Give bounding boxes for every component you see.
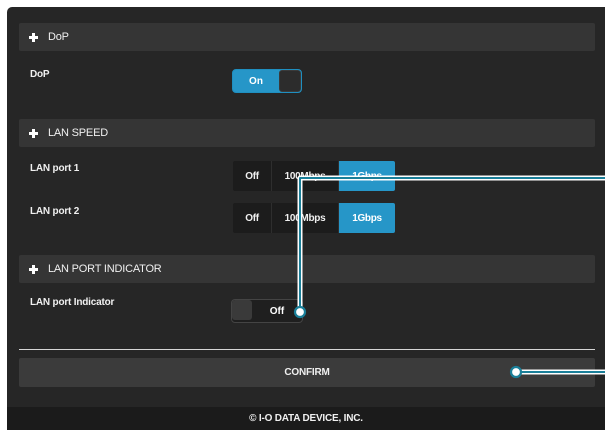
lan-port-1-speed-selector: Off 100Mbps 1Gbps bbox=[233, 161, 395, 191]
lan-port-1-option-100mbps[interactable]: 100Mbps bbox=[272, 161, 339, 191]
section-header-lan-speed[interactable]: LAN SPEED bbox=[19, 119, 595, 147]
plus-icon bbox=[29, 128, 38, 138]
confirm-button[interactable]: CONFIRM bbox=[19, 358, 595, 387]
section-title: LAN SPEED bbox=[48, 127, 108, 139]
lan-port-1-label: LAN port 1 bbox=[30, 163, 80, 174]
section-title: LAN PORT INDICATOR bbox=[48, 263, 162, 275]
settings-panel: DoP DoP On LAN SPEED LAN port 1 Off 100M… bbox=[7, 7, 605, 430]
lan-port-2-speed-selector: Off 100Mbps 1Gbps bbox=[233, 203, 395, 233]
lan-port-indicator-toggle[interactable]: Off bbox=[231, 299, 303, 323]
section-header-lan-port-indicator[interactable]: LAN PORT INDICATOR bbox=[19, 255, 595, 283]
lan-port-indicator-label: LAN port Indicator bbox=[30, 297, 115, 308]
footer-copyright: © I-O DATA DEVICE, INC. bbox=[7, 407, 605, 430]
toggle-label: On bbox=[249, 75, 263, 87]
lan-port-2-option-100mbps[interactable]: 100Mbps bbox=[272, 203, 339, 233]
lan-port-2-label: LAN port 2 bbox=[30, 206, 80, 217]
toggle-label: Off bbox=[269, 305, 285, 317]
plus-icon bbox=[29, 32, 38, 42]
dop-label: DoP bbox=[30, 69, 50, 80]
dop-toggle[interactable]: On bbox=[232, 69, 302, 93]
divider bbox=[19, 349, 595, 350]
section-header-dop[interactable]: DoP bbox=[19, 23, 595, 51]
toggle-knob bbox=[279, 70, 301, 92]
lan-port-2-option-1gbps[interactable]: 1Gbps bbox=[339, 203, 395, 233]
lan-port-1-option-1gbps[interactable]: 1Gbps bbox=[339, 161, 395, 191]
lan-port-1-option-off[interactable]: Off bbox=[233, 161, 272, 191]
plus-icon bbox=[29, 264, 38, 274]
toggle-knob bbox=[232, 300, 252, 320]
section-title: DoP bbox=[48, 31, 69, 43]
lan-port-2-option-off[interactable]: Off bbox=[233, 203, 272, 233]
